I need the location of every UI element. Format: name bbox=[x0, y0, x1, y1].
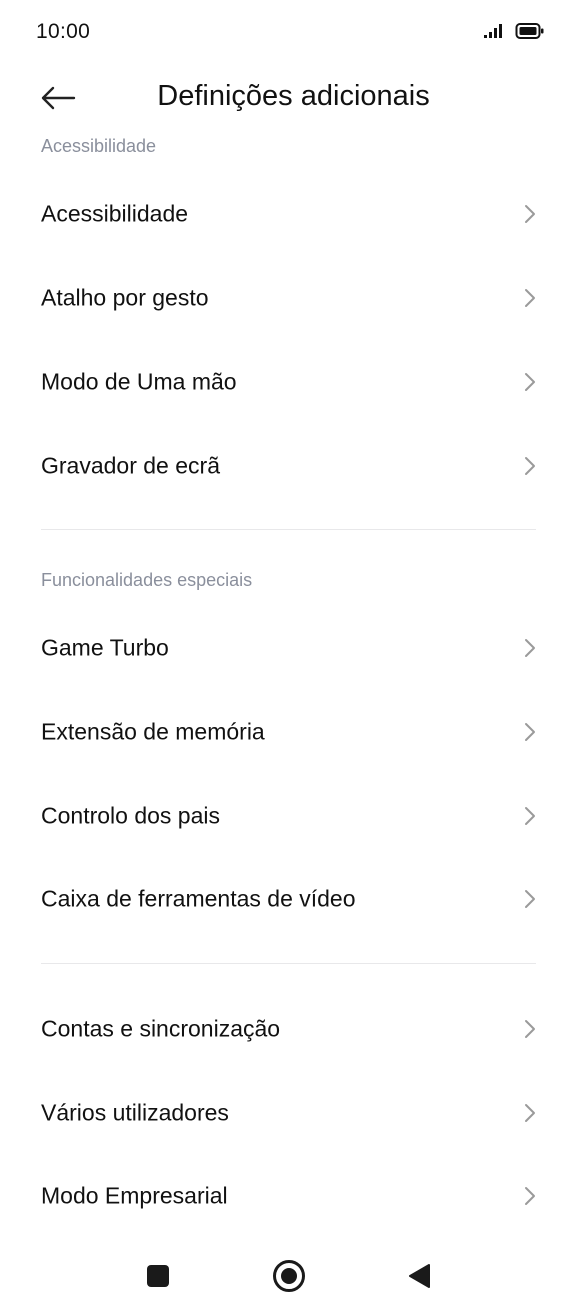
chevron-right-icon bbox=[525, 289, 535, 307]
recents-square-icon bbox=[147, 1265, 169, 1287]
page-title: Definições adicionais bbox=[157, 80, 430, 112]
settings-row-atalho-por-gesto[interactable]: Atalho por gesto bbox=[0, 256, 577, 340]
home-circle-icon bbox=[273, 1260, 305, 1292]
section-label-funcionalidades-especiais: Funcionalidades especiais bbox=[41, 570, 253, 590]
chevron-right-icon bbox=[525, 807, 535, 825]
settings-row-game-turbo[interactable]: Game Turbo bbox=[0, 606, 577, 690]
row-label: Contas e sincronização bbox=[41, 1015, 281, 1042]
status-time: 10:00 bbox=[36, 20, 91, 43]
settings-row-acessibilidade[interactable]: Acessibilidade bbox=[0, 172, 577, 256]
chevron-right-icon bbox=[525, 1020, 535, 1038]
chevron-right-icon bbox=[525, 890, 535, 908]
row-label: Acessibilidade bbox=[41, 200, 189, 227]
row-label: Gravador de ecrã bbox=[41, 452, 220, 479]
recents-button[interactable] bbox=[136, 1254, 180, 1298]
settings-row-caixa-ferramentas-video[interactable]: Caixa de ferramentas de vídeo bbox=[0, 857, 577, 941]
row-label: Controlo dos pais bbox=[41, 802, 220, 829]
status-icons bbox=[483, 22, 545, 40]
chevron-right-icon bbox=[525, 373, 535, 391]
system-back-button[interactable] bbox=[397, 1254, 441, 1298]
chevron-right-icon bbox=[525, 723, 535, 741]
system-nav-bar bbox=[0, 1240, 577, 1316]
back-triangle-icon bbox=[409, 1264, 430, 1288]
chevron-right-icon bbox=[525, 457, 535, 475]
row-label: Modo Empresarial bbox=[41, 1182, 228, 1209]
header: Definições adicionais bbox=[0, 64, 577, 134]
settings-row-controlo-pais[interactable]: Controlo dos pais bbox=[0, 774, 577, 858]
row-label: Modo de Uma mão bbox=[41, 368, 237, 395]
settings-row-varios-utilizadores[interactable]: Vários utilizadores bbox=[0, 1071, 577, 1155]
row-label: Caixa de ferramentas de vídeo bbox=[41, 885, 356, 912]
settings-row-gravador-ecra[interactable]: Gravador de ecrã bbox=[0, 424, 577, 508]
section-divider bbox=[41, 963, 536, 964]
signal-icon bbox=[484, 24, 502, 38]
chevron-right-icon bbox=[525, 1104, 535, 1122]
chevron-right-icon bbox=[525, 639, 535, 657]
chevron-right-icon bbox=[525, 1187, 535, 1205]
chevron-right-icon bbox=[525, 205, 535, 223]
status-bar: 10:00 bbox=[0, 0, 577, 64]
section-divider bbox=[41, 529, 536, 530]
settings-row-modo-empresarial[interactable]: Modo Empresarial bbox=[0, 1154, 577, 1238]
battery-icon bbox=[515, 23, 544, 39]
row-label: Extensão de memória bbox=[41, 718, 265, 745]
row-label: Atalho por gesto bbox=[41, 284, 209, 311]
row-label: Vários utilizadores bbox=[41, 1099, 229, 1126]
row-label: Game Turbo bbox=[41, 634, 169, 661]
settings-row-extensao-memoria[interactable]: Extensão de memória bbox=[0, 690, 577, 774]
settings-row-contas-sincronizacao[interactable]: Contas e sincronização bbox=[0, 987, 577, 1071]
section-label-acessibilidade: Acessibilidade bbox=[41, 136, 157, 156]
home-button[interactable] bbox=[267, 1254, 311, 1298]
settings-row-modo-uma-mao[interactable]: Modo de Uma mão bbox=[0, 340, 577, 424]
